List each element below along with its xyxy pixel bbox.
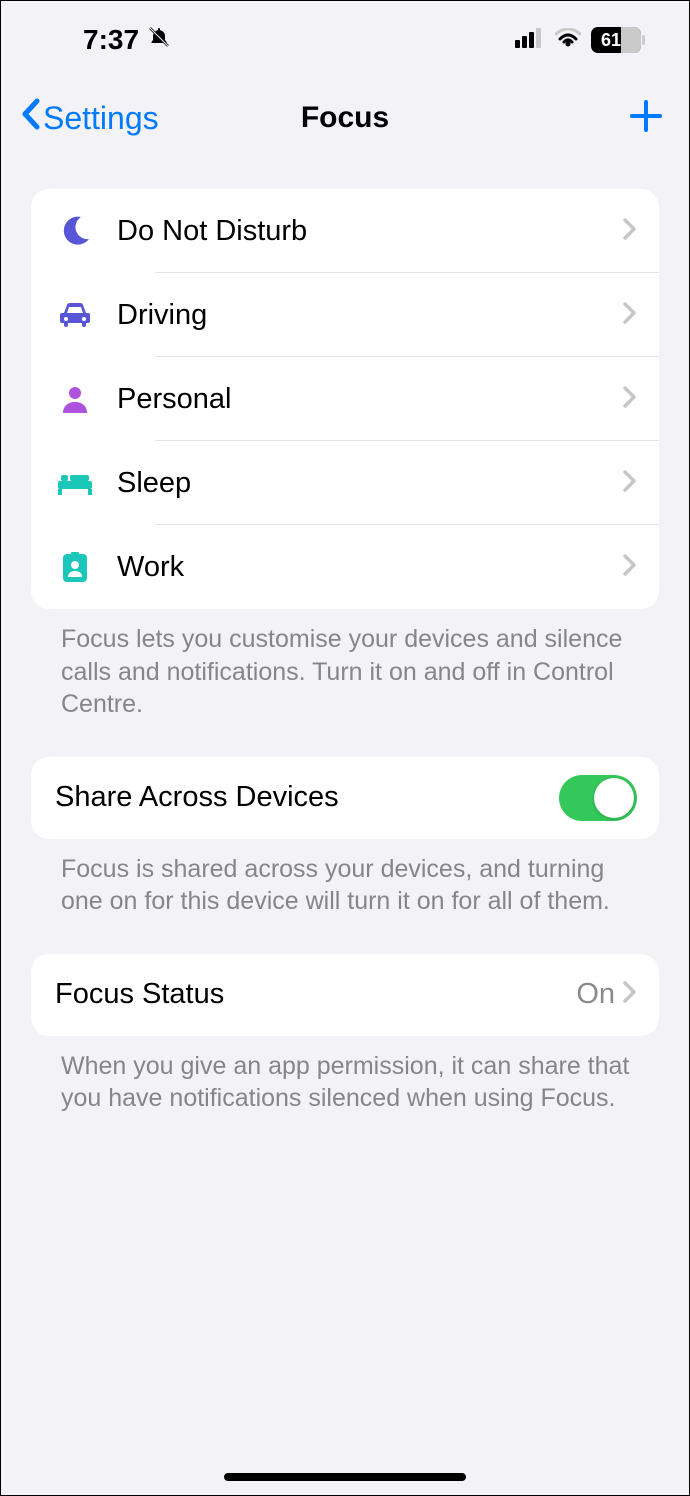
wifi-icon	[555, 28, 581, 53]
status-time: 7:37	[83, 24, 139, 56]
chevron-right-icon	[623, 386, 637, 413]
chevron-left-icon	[19, 97, 43, 139]
back-label: Settings	[43, 100, 159, 137]
home-indicator[interactable]	[224, 1473, 466, 1481]
row-label: Work	[117, 551, 623, 584]
focus-modes-section: Do Not Disturb Driving Personal Sleep Wo…	[31, 189, 659, 609]
focus-row-driving[interactable]: Driving	[31, 273, 659, 357]
nav-bar: Settings Focus	[1, 61, 689, 149]
focus-status-footer: When you give an app permission, it can …	[1, 1036, 689, 1115]
share-footer: Focus is shared across your devices, and…	[1, 839, 689, 918]
page-title: Focus	[301, 101, 389, 135]
focus-row-work[interactable]: Work	[31, 525, 659, 609]
silent-icon	[147, 24, 171, 56]
car-icon	[55, 301, 95, 329]
row-label: Personal	[117, 383, 623, 416]
row-label: Sleep	[117, 467, 623, 500]
focus-status-section: Focus Status On	[31, 954, 659, 1036]
chevron-right-icon	[623, 470, 637, 497]
add-button[interactable]	[629, 99, 663, 138]
share-across-devices-row: Share Across Devices	[31, 757, 659, 839]
status-bar: 7:37 61	[1, 1, 689, 61]
moon-icon	[55, 215, 95, 247]
share-toggle[interactable]	[559, 775, 637, 821]
focus-row-personal[interactable]: Personal	[31, 357, 659, 441]
status-right: 61	[515, 27, 641, 53]
row-label: Driving	[117, 299, 623, 332]
plus-icon	[629, 99, 663, 133]
cellular-icon	[515, 28, 545, 53]
status-left: 7:37	[83, 24, 171, 56]
battery-icon: 61	[591, 27, 641, 53]
chevron-right-icon	[623, 981, 637, 1008]
focus-modes-footer: Focus lets you customise your devices an…	[1, 609, 689, 721]
focus-row-do-not-disturb[interactable]: Do Not Disturb	[31, 189, 659, 273]
badge-icon	[55, 552, 95, 582]
chevron-right-icon	[623, 302, 637, 329]
share-section: Share Across Devices	[31, 757, 659, 839]
focus-row-sleep[interactable]: Sleep	[31, 441, 659, 525]
row-value: On	[576, 978, 615, 1011]
bed-icon	[55, 471, 95, 495]
chevron-right-icon	[623, 218, 637, 245]
row-label: Focus Status	[55, 978, 576, 1011]
person-icon	[55, 385, 95, 413]
chevron-right-icon	[623, 554, 637, 581]
row-label: Share Across Devices	[55, 781, 559, 814]
focus-status-row[interactable]: Focus Status On	[31, 954, 659, 1036]
back-button[interactable]: Settings	[19, 97, 159, 139]
row-label: Do Not Disturb	[117, 215, 623, 248]
